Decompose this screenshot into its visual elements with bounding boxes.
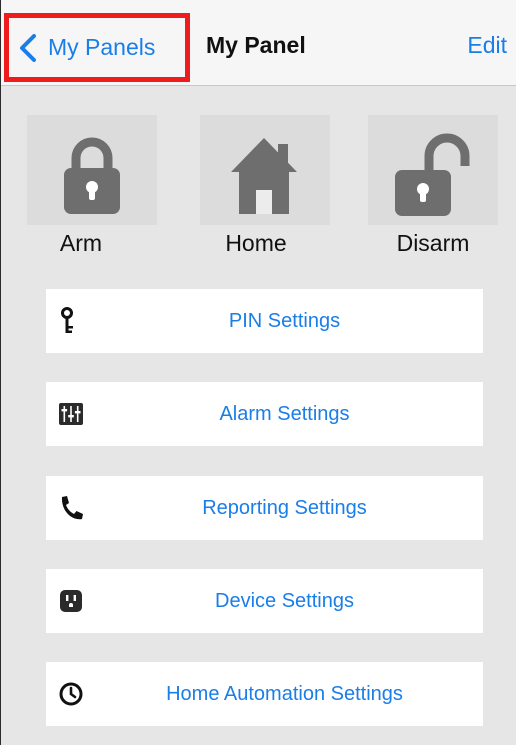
pin-settings-row[interactable]: PIN Settings (46, 289, 483, 353)
back-button-my-panels[interactable]: My Panels (4, 13, 190, 82)
reporting-settings-label: Reporting Settings (202, 496, 367, 519)
home-button[interactable]: Home (186, 110, 330, 270)
lock-closed-icon (64, 137, 120, 214)
arm-button[interactable]: Arm (11, 110, 157, 270)
home-automation-settings-label: Home Automation Settings (166, 682, 403, 705)
sliders-icon (59, 403, 83, 425)
alarm-settings-row[interactable]: Alarm Settings (46, 382, 483, 446)
reporting-settings-row[interactable]: Reporting Settings (46, 476, 483, 540)
outlet-icon (60, 590, 82, 612)
device-settings-label: Device Settings (215, 589, 354, 612)
device-settings-row[interactable]: Device Settings (46, 569, 483, 633)
edit-button[interactable]: Edit (467, 32, 507, 59)
home-label: Home (225, 230, 287, 256)
pin-settings-label: PIN Settings (228, 309, 341, 332)
phone-icon (61, 496, 83, 520)
key-icon (61, 307, 73, 333)
navigation-bar: My Panels My Panel Edit (1, 0, 516, 86)
arm-label: Arm (59, 230, 103, 256)
disarm-button[interactable]: Disarm (363, 110, 503, 270)
lock-open-icon (395, 133, 470, 216)
mode-selector: Arm Home Disarm (1, 110, 516, 280)
home-automation-settings-row[interactable]: Home Automation Settings (46, 662, 483, 726)
chevron-left-icon (20, 33, 36, 62)
page-title: My Panel (206, 32, 306, 58)
alarm-settings-label: Alarm Settings (219, 402, 350, 425)
clock-icon (59, 682, 83, 706)
house-icon (231, 138, 297, 214)
back-button-label: My Panels (48, 34, 156, 60)
disarm-label: Disarm (396, 230, 470, 256)
app-screen: My Panels My Panel Edit Arm Home Disarm … (0, 0, 516, 745)
